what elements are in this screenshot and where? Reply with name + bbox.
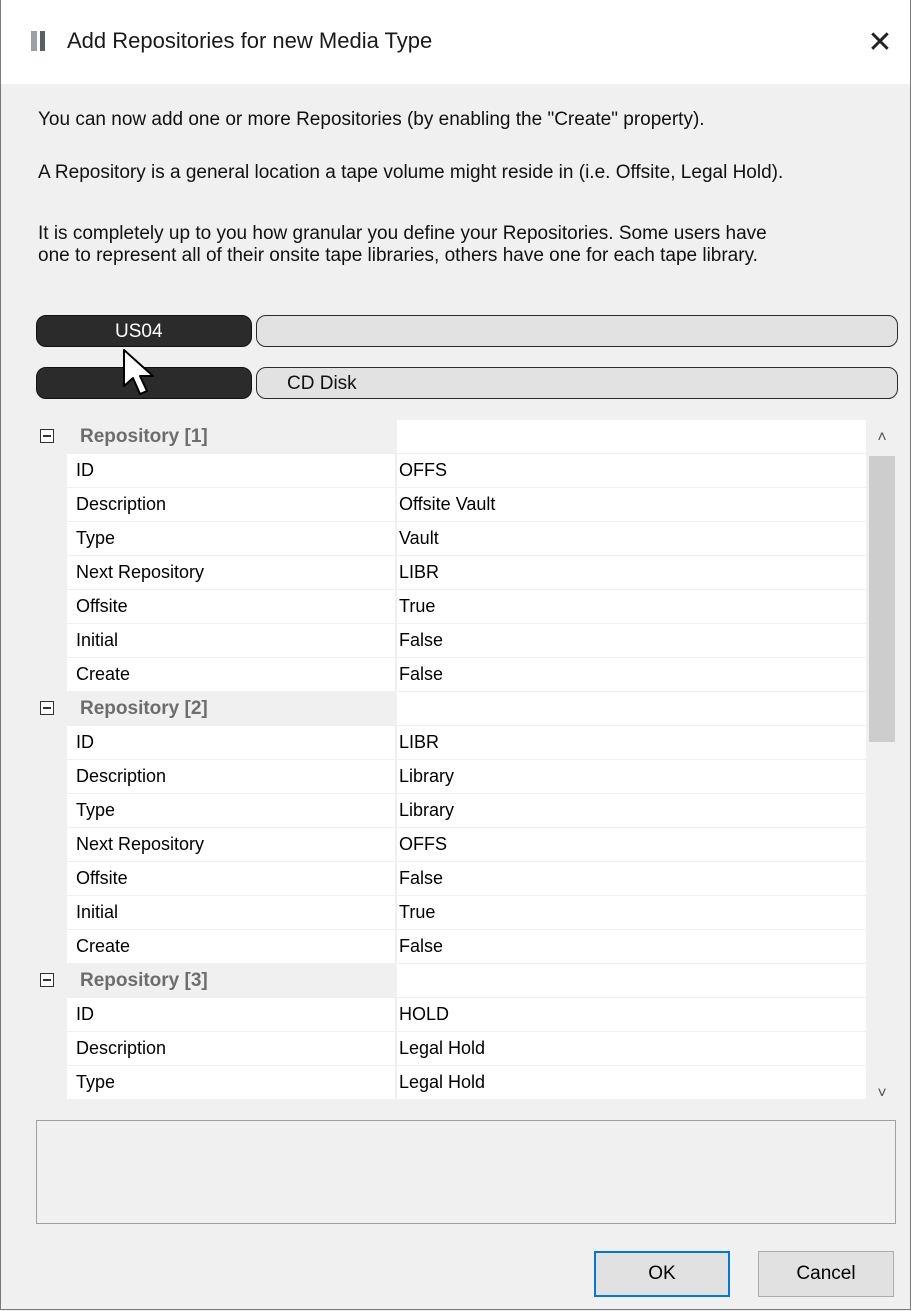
property-value[interactable]: Library [397,760,866,793]
intro-text-3: It is completely up to you how granular … [38,223,767,267]
property-row[interactable]: Type Library [36,794,866,828]
property-value[interactable]: LIBR [397,726,866,759]
property-value[interactable]: False [397,930,866,963]
category-row[interactable]: Repository [1] [36,420,866,454]
property-row[interactable]: Type Legal Hold [36,1066,866,1100]
selector-left-1-label: US04 [115,321,163,342]
property-name: Offsite [67,862,395,895]
dialog-window: Add Repositories for new Media Type ✕ Yo… [0,0,911,1310]
category-value-cell [397,964,866,997]
category-label: Repository [3] [80,970,208,991]
property-value[interactable]: Library [397,794,866,827]
property-row[interactable]: Description Legal Hold [36,1032,866,1066]
close-button[interactable]: ✕ [850,0,910,84]
property-value[interactable]: Offsite Vault [397,488,866,521]
property-name: Create [67,930,395,963]
intro-text-2: A Repository is a general location a tap… [38,162,784,183]
property-value[interactable]: Vault [397,522,866,555]
property-name: ID [67,998,395,1031]
ok-button[interactable]: OK [594,1251,730,1297]
mouse-pointer-icon [123,349,154,395]
title-bar: Add Repositories for new Media Type ✕ [1,0,910,84]
property-row[interactable]: Next Repository LIBR [36,556,866,590]
collapse-icon[interactable] [40,429,54,443]
property-description-box [36,1120,896,1224]
property-name: Type [67,1066,395,1099]
property-row[interactable]: Next Repository OFFS [36,828,866,862]
scroll-down-arrow-icon[interactable]: ˅ [866,1078,898,1110]
property-row[interactable]: ID LIBR [36,726,866,760]
collapse-icon[interactable] [40,973,54,987]
property-row[interactable]: Description Offsite Vault [36,488,866,522]
property-row[interactable]: Type Vault [36,522,866,556]
property-row[interactable]: Description Library [36,760,866,794]
property-row[interactable]: Create False [36,658,866,692]
property-name: Description [67,760,395,793]
property-row[interactable]: Offsite False [36,862,866,896]
category-value-cell [397,692,866,725]
selector-right-2[interactable]: CD Disk [256,367,898,399]
app-icon [31,31,53,51]
property-row[interactable]: Initial False [36,624,866,658]
property-name: Description [67,488,395,521]
property-name: Initial [67,896,395,929]
selector-left-1[interactable]: US04 [36,315,252,347]
property-value[interactable]: True [397,590,866,623]
property-name: ID [67,726,395,759]
intro-text-3a: It is completely up to you how granular … [38,223,767,244]
property-value[interactable]: HOLD [397,998,866,1031]
property-name: Description [67,1032,395,1065]
intro-text-1: You can now add one or more Repositories… [38,109,705,130]
scroll-thumb[interactable] [869,456,895,742]
property-value[interactable]: False [397,862,866,895]
cancel-button[interactable]: Cancel [758,1251,894,1297]
property-value[interactable]: OFFS [397,454,866,487]
property-row[interactable]: ID HOLD [36,998,866,1032]
category-label: Repository [1] [80,426,208,447]
property-name: ID [67,454,395,487]
property-row[interactable]: Initial True [36,896,866,930]
scroll-up-arrow-icon[interactable]: ˄ [866,422,898,454]
category-label: Repository [2] [80,698,208,719]
property-row[interactable]: Create False [36,930,866,964]
property-name: Type [67,522,395,555]
property-value[interactable]: True [397,896,866,929]
property-value[interactable]: Legal Hold [397,1066,866,1099]
property-name: Next Repository [67,556,395,589]
property-name: Create [67,658,395,691]
close-icon: ✕ [867,25,893,59]
selector-right-2-label: CD Disk [287,373,357,394]
category-value-cell [397,420,866,453]
property-value[interactable]: False [397,658,866,691]
property-value[interactable]: False [397,624,866,657]
property-value[interactable]: OFFS [397,828,866,861]
selector-right-1[interactable] [256,315,898,347]
grid-scrollbar[interactable]: ˄ ˅ [866,420,898,1110]
property-name: Initial [67,624,395,657]
category-row[interactable]: Repository [3] [36,964,866,998]
property-grid[interactable]: Repository [1] ID OFFS Description Offsite V… [36,420,866,1110]
property-name: Offsite [67,590,395,623]
property-value[interactable]: Legal Hold [397,1032,866,1065]
property-row[interactable]: ID OFFS [36,454,866,488]
property-name: Type [67,794,395,827]
intro-text-3b: one to represent all of their onsite tap… [38,245,758,266]
property-value[interactable]: LIBR [397,556,866,589]
collapse-icon[interactable] [40,701,54,715]
property-name: Next Repository [67,828,395,861]
property-row[interactable]: Offsite True [36,590,866,624]
category-row[interactable]: Repository [2] [36,692,866,726]
window-title: Add Repositories for new Media Type [67,28,433,53]
